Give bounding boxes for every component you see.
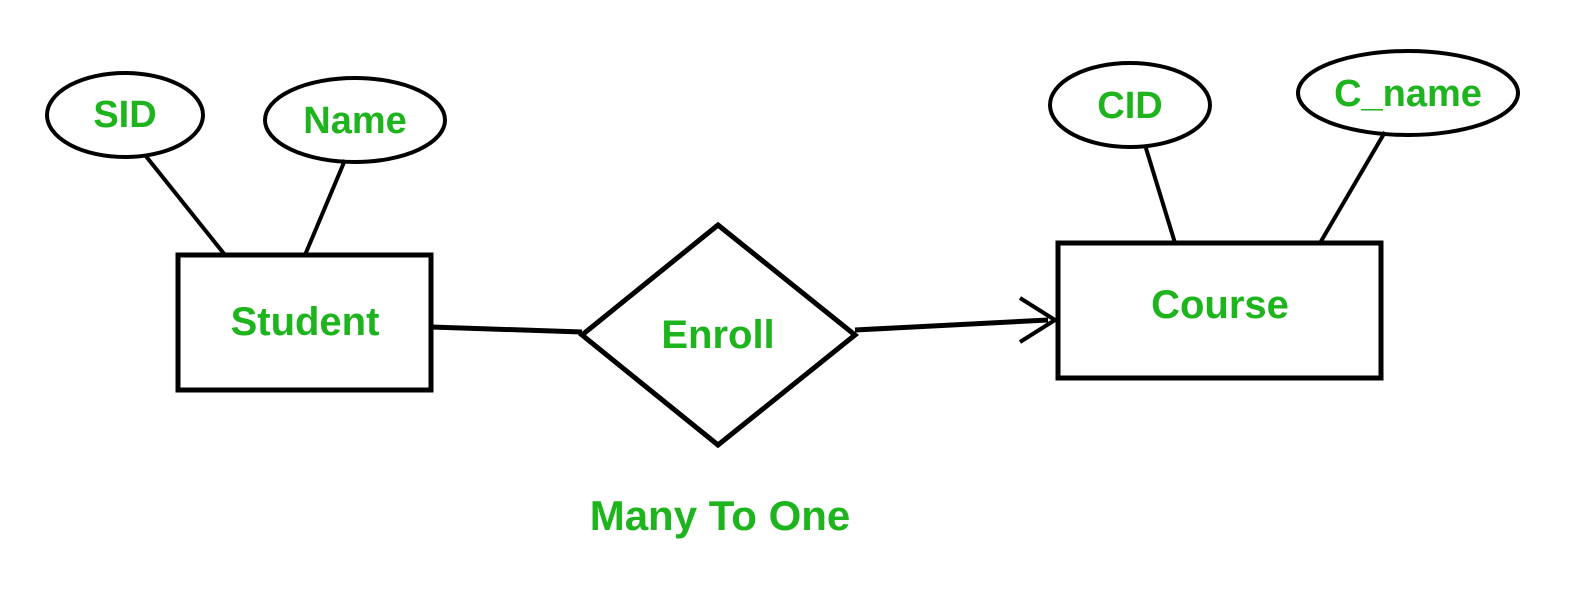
attribute-sid-label: SID	[93, 94, 156, 136]
connector-name-student	[305, 160, 345, 255]
connector-sid-student	[145, 155, 225, 255]
svg-text:C_name: C_name	[1334, 73, 1482, 115]
cardinality-label: Many To One	[590, 492, 851, 539]
connector-enroll-course	[855, 320, 1048, 330]
connector-cname-course	[1320, 132, 1385, 243]
attribute-cid-label: CID	[1097, 85, 1162, 127]
entity-course-label: Course	[1151, 283, 1289, 327]
er-diagram: SID Name CID C_name Student Course Enrol…	[0, 0, 1594, 613]
connector-cid-course	[1145, 145, 1175, 243]
relationship-enroll-label: Enroll	[661, 313, 774, 357]
attribute-name-label: Name	[303, 100, 407, 142]
connector-student-enroll	[431, 327, 582, 332]
entity-student-label: Student	[231, 300, 380, 344]
